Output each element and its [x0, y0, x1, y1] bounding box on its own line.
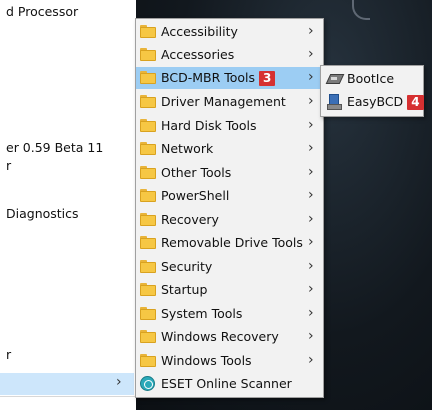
menu-item-label: ESET Online Scanner: [161, 376, 292, 391]
folder-icon: [140, 48, 156, 61]
submenu-item-easybcd[interactable]: EasyBCD 4: [321, 91, 424, 113]
folder-icon: [140, 189, 156, 202]
submenu-item-bootice[interactable]: BootIce: [321, 68, 423, 90]
menu-item-label: Windows Tools: [161, 353, 252, 368]
menu-item-label: Driver Management: [161, 94, 286, 109]
step-badge: 3: [259, 71, 276, 86]
chevron-right-icon: ›: [308, 93, 314, 109]
menu-item-security[interactable]: Security ›: [136, 256, 323, 278]
chevron-right-icon: ›: [308, 23, 314, 39]
divider: [0, 396, 136, 397]
folder-icon: [140, 119, 156, 132]
chevron-right-icon: ›: [308, 46, 314, 62]
bcd-mbr-tools-submenu: BootIce EasyBCD 4: [320, 65, 424, 117]
folder-icon: [140, 354, 156, 367]
folder-icon: [140, 283, 156, 296]
menu-item-windows-recovery[interactable]: Windows Recovery ›: [136, 326, 323, 348]
menu-item-accessories[interactable]: Accessories ›: [136, 44, 323, 66]
selected-app-list-item[interactable]: [0, 373, 134, 395]
menu-item-windows-tools[interactable]: Windows Tools ›: [136, 350, 323, 372]
folder-context-menu: Accessibility › Accessories › BCD-MBR To…: [135, 18, 324, 398]
folder-icon: [140, 307, 156, 320]
menu-item-network[interactable]: Network ›: [136, 138, 323, 160]
menu-item-label: Accessories: [161, 47, 235, 62]
chevron-right-icon: ›: [308, 117, 314, 133]
menu-item-label: Startup: [161, 282, 208, 297]
chevron-right-icon: ›: [308, 281, 314, 297]
chevron-right-icon: ›: [308, 187, 314, 203]
easybcd-icon: [327, 94, 342, 110]
chevron-right-icon: ›: [308, 211, 314, 227]
wallpaper-light-edge: [352, 0, 370, 20]
chevron-right-icon: ›: [308, 234, 314, 250]
disk-icon: [325, 71, 345, 86]
app-list-item[interactable]: r: [6, 347, 11, 362]
menu-item-text: BCD-MBR Tools: [161, 70, 256, 85]
chevron-right-icon: ›: [308, 352, 314, 368]
submenu-item-label: EasyBCD 4: [347, 94, 424, 110]
chevron-right-icon: ›: [308, 69, 314, 85]
menu-item-label: Other Tools: [161, 165, 232, 180]
folder-icon: [140, 260, 156, 273]
menu-item-accessibility[interactable]: Accessibility ›: [136, 21, 323, 43]
menu-item-label: System Tools: [161, 306, 243, 321]
menu-item-system-tools[interactable]: System Tools ›: [136, 303, 323, 325]
chevron-right-icon: ›: [308, 258, 314, 274]
menu-item-startup[interactable]: Startup ›: [136, 279, 323, 301]
folder-icon: [140, 166, 156, 179]
menu-item-label: Windows Recovery: [161, 329, 279, 344]
folder-icon: [140, 95, 156, 108]
menu-item-label: PowerShell: [161, 188, 230, 203]
folder-icon: [140, 213, 156, 226]
chevron-right-icon: ›: [116, 374, 122, 390]
submenu-item-text: EasyBCD: [347, 94, 404, 109]
menu-item-label: Network: [161, 141, 214, 156]
start-menu-app-list: d Processor er 0.59 Beta 11 r Diagnostic…: [0, 0, 136, 410]
submenu-item-label: BootIce: [347, 71, 395, 86]
app-list-item[interactable]: r: [6, 158, 11, 173]
menu-item-hard-disk-tools[interactable]: Hard Disk Tools ›: [136, 115, 323, 137]
menu-item-label: Removable Drive Tools: [161, 235, 303, 250]
menu-item-powershell[interactable]: PowerShell ›: [136, 185, 323, 207]
menu-item-label: Security: [161, 259, 213, 274]
menu-item-label: BCD-MBR Tools 3: [161, 70, 276, 86]
menu-item-removable-drive-tools[interactable]: Removable Drive Tools ›: [136, 232, 323, 254]
folder-icon: [140, 142, 156, 155]
menu-item-label: Accessibility: [161, 24, 238, 39]
chevron-right-icon: ›: [308, 164, 314, 180]
folder-icon: [140, 25, 156, 38]
menu-item-label: Recovery: [161, 212, 219, 227]
app-list-item[interactable]: Diagnostics: [6, 206, 79, 221]
menu-item-eset-online-scanner[interactable]: ESET Online Scanner: [136, 373, 323, 395]
folder-icon: [140, 330, 156, 343]
folder-icon: [140, 236, 156, 249]
menu-item-recovery[interactable]: Recovery ›: [136, 209, 323, 231]
chevron-right-icon: ›: [308, 328, 314, 344]
menu-item-other-tools[interactable]: Other Tools ›: [136, 162, 323, 184]
chevron-right-icon: ›: [308, 140, 314, 156]
menu-item-bcd-mbr-tools[interactable]: BCD-MBR Tools 3 ›: [136, 67, 323, 89]
app-list-item[interactable]: er 0.59 Beta 11: [6, 140, 103, 155]
step-badge: 4: [407, 95, 424, 110]
menu-item-label: Hard Disk Tools: [161, 118, 257, 133]
app-list-item[interactable]: d Processor: [6, 4, 78, 19]
chevron-right-icon: ›: [308, 305, 314, 321]
folder-icon: [140, 71, 156, 84]
menu-item-driver-management[interactable]: Driver Management ›: [136, 91, 323, 113]
eset-scanner-icon: [140, 376, 155, 391]
